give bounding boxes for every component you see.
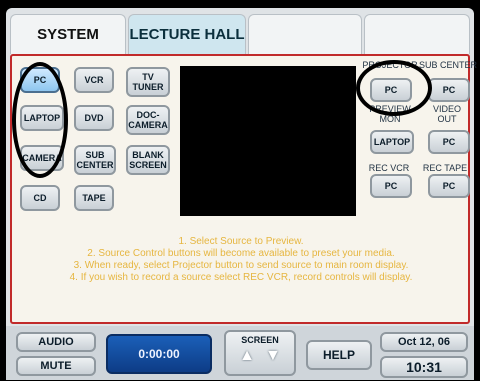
screen-down-icon[interactable]: ▼ — [265, 347, 281, 365]
sub-center-label: SUB CENTER — [418, 60, 477, 70]
rec-tape-button[interactable]: PC — [428, 174, 470, 198]
instruction-line-2: 2. Source Control buttons will become av… — [87, 248, 395, 259]
tab-lecture-hall[interactable]: LECTURE HALL — [128, 14, 246, 54]
screen-label: SCREEN — [241, 335, 279, 345]
tab-4[interactable] — [364, 14, 470, 54]
instruction-line-1: 1. Select Source to Preview. — [178, 236, 304, 247]
date-display: Oct 12, 06 — [380, 332, 468, 352]
video-out-button[interactable]: PC — [428, 130, 470, 154]
highlight-ring-source — [12, 62, 68, 178]
source-sub-center-button[interactable]: SUB CENTER — [74, 145, 116, 175]
instruction-line-4: 4. If you wish to record a source select… — [69, 272, 413, 283]
rec-vcr-button[interactable]: PC — [370, 174, 412, 198]
source-dvd-button[interactable]: DVD — [74, 105, 114, 131]
preview-monitor — [180, 66, 356, 216]
audio-button[interactable]: AUDIO — [16, 332, 96, 352]
time-display: 10:31 — [380, 356, 468, 378]
highlight-ring-projector — [356, 60, 432, 116]
rec-tape-label: REC TAPE — [422, 163, 468, 173]
screen-control[interactable]: SCREEN ▲ ▼ — [224, 330, 296, 376]
tab-system[interactable]: SYSTEM — [10, 14, 126, 54]
instructions: 1. Select Source to Preview. 2. Source C… — [22, 236, 460, 284]
help-button[interactable]: HELP — [306, 340, 372, 370]
source-cd-button[interactable]: CD — [20, 185, 60, 211]
instruction-line-3: 3. When ready, select Projector button t… — [73, 260, 409, 271]
mute-button[interactable]: MUTE — [16, 356, 96, 376]
source-vcr-button[interactable]: VCR — [74, 67, 114, 93]
preview-mon-button[interactable]: LAPTOP — [370, 130, 414, 154]
rec-vcr-label: REC VCR — [368, 163, 410, 173]
tab-3[interactable] — [248, 14, 362, 54]
screen-up-icon[interactable]: ▲ — [239, 347, 255, 365]
source-tape-button[interactable]: TAPE — [74, 185, 114, 211]
timer-display: 0:00:00 — [106, 334, 212, 374]
source-doc-camera-button[interactable]: DOC-CAMERA — [126, 105, 170, 135]
video-out-label: VIDEO OUT — [432, 104, 461, 124]
source-blank-screen-button[interactable]: BLANK SCREEN — [126, 145, 170, 175]
sub-center-output-button[interactable]: PC — [428, 78, 470, 102]
source-tv-tuner-button[interactable]: TV TUNER — [126, 67, 170, 97]
